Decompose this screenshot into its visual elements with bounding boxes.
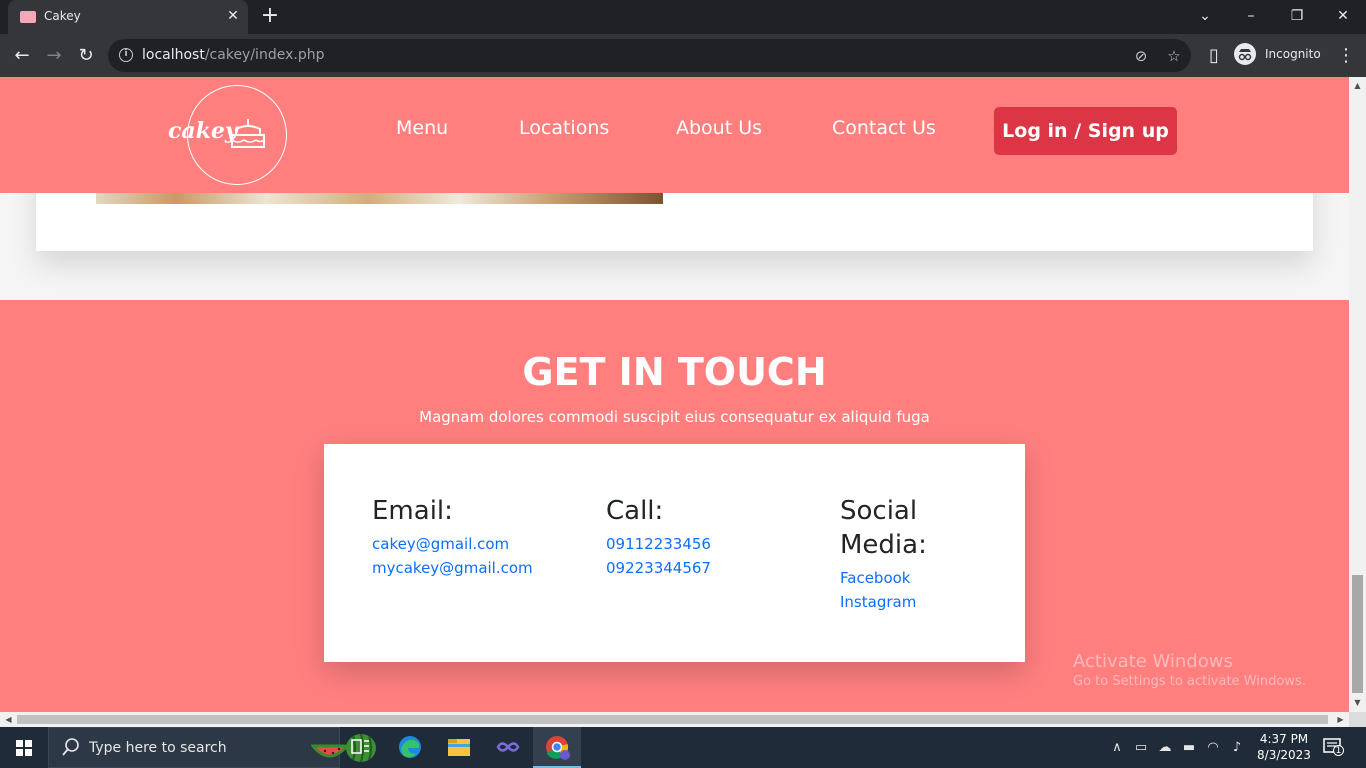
facebook-link[interactable]: Facebook: [840, 566, 927, 590]
browser-tab[interactable]: Cakey ✕: [8, 0, 248, 34]
watermark-subtitle: Go to Settings to activate Windows.: [1073, 674, 1306, 689]
watermark-title: Activate Windows: [1073, 651, 1233, 672]
horizontal-scroll-thumb[interactable]: [17, 715, 1328, 724]
bookmark-star-icon[interactable]: ☆: [1163, 45, 1185, 67]
contact-title: GET IN TOUCH: [522, 350, 827, 394]
taskbar-search-box[interactable]: Type here to search: [48, 727, 376, 768]
contact-subtitle: Magnam dolores commodi suscipit eius con…: [419, 408, 930, 426]
social-heading-line1: Social: [840, 496, 918, 526]
side-panel-icon[interactable]: ▯: [1201, 43, 1227, 69]
call-heading: Call:: [606, 496, 664, 526]
task-view-icon[interactable]: [336, 727, 384, 768]
onedrive-cloud-icon[interactable]: ☁: [1155, 739, 1175, 757]
windows-taskbar: Type here to search ∧ ▭ ☁ ▬ ◠ ♪ 4:37 PM …: [0, 727, 1366, 768]
nav-about-link[interactable]: About Us: [676, 117, 762, 139]
back-icon[interactable]: ←: [9, 43, 35, 69]
cake-logo-icon: [231, 119, 265, 148]
eye-off-icon[interactable]: ⊘: [1130, 45, 1152, 67]
email-heading: Email:: [372, 496, 453, 526]
wifi-icon[interactable]: ◠: [1203, 739, 1223, 757]
scroll-down-icon[interactable]: ▼: [1353, 698, 1362, 707]
scroll-up-icon[interactable]: ▲: [1353, 81, 1362, 90]
vertical-scrollbar[interactable]: ▲ ▼: [1349, 77, 1366, 712]
email-column: Email: cakey@gmail.com mycakey@gmail.com: [372, 494, 533, 580]
file-explorer-icon[interactable]: [435, 727, 483, 768]
social-heading-line2: Media:: [840, 530, 927, 560]
windows-start-button[interactable]: [0, 727, 48, 768]
incognito-label: Incognito: [1265, 47, 1321, 61]
site-info-icon[interactable]: i: [119, 48, 133, 62]
volume-icon[interactable]: ♪: [1227, 739, 1247, 757]
scroll-left-icon[interactable]: ◀: [3, 714, 14, 725]
reload-icon[interactable]: ↻: [73, 43, 99, 69]
tab-title: Cakey: [44, 9, 81, 23]
instagram-link[interactable]: Instagram: [840, 590, 927, 614]
browser-tab-bar: Cakey ✕ + ⌄ – ❐ ✕: [0, 0, 1366, 34]
battery-icon[interactable]: ▬: [1179, 739, 1199, 757]
search-icon: [62, 738, 79, 756]
show-hidden-icons-chevron-icon[interactable]: ∧: [1107, 739, 1127, 757]
phone-link[interactable]: 09112233456: [606, 532, 711, 556]
vertical-scroll-thumb[interactable]: [1352, 575, 1363, 693]
edge-browser-icon[interactable]: [386, 727, 434, 768]
infinity-app-icon[interactable]: [484, 727, 532, 768]
incognito-icon: [1234, 43, 1256, 65]
address-bar[interactable]: i localhost/cakey/index.php ⊘ ☆: [108, 39, 1191, 72]
clock-date: 8/3/2023: [1257, 748, 1311, 762]
phone-link[interactable]: 09223344567: [606, 556, 711, 580]
social-column: Social Media: Facebook Instagram: [840, 494, 927, 614]
horizontal-scrollbar[interactable]: ◀ ▶: [0, 712, 1349, 727]
page-viewport: cakey Menu Locations About Us Contact Us…: [0, 77, 1349, 712]
forward-icon[interactable]: →: [41, 43, 67, 69]
new-tab-icon[interactable]: +: [258, 5, 282, 29]
cake-favicon-icon: [20, 11, 36, 23]
search-placeholder: Type here to search: [89, 740, 227, 756]
windows-logo-icon: [16, 740, 32, 756]
nav-contact-link[interactable]: Contact Us: [832, 117, 936, 139]
call-column: Call: 09112233456 09223344567: [606, 494, 711, 580]
meet-now-icon[interactable]: ▭: [1131, 739, 1151, 757]
minimize-icon[interactable]: –: [1237, 4, 1265, 28]
restore-icon[interactable]: ❐: [1283, 4, 1311, 28]
close-window-icon[interactable]: ✕: [1329, 4, 1357, 28]
notification-center-icon[interactable]: 1: [1322, 737, 1344, 757]
url-text[interactable]: localhost/cakey/index.php: [142, 47, 324, 63]
nav-menu-link[interactable]: Menu: [396, 117, 448, 139]
scroll-corner: [1349, 712, 1366, 727]
notification-count-badge: 1: [1333, 745, 1344, 756]
system-clock[interactable]: 4:37 PM 8/3/2023: [1254, 731, 1314, 763]
clock-time: 4:37 PM: [1259, 732, 1309, 746]
nav-locations-link[interactable]: Locations: [519, 117, 609, 139]
login-signup-button[interactable]: Log in / Sign up: [994, 107, 1177, 155]
browser-toolbar: ← → ↻ i localhost/cakey/index.php ⊘ ☆ ▯ …: [0, 34, 1366, 77]
menu-kebab-icon[interactable]: ⋮: [1333, 43, 1359, 69]
scroll-right-icon[interactable]: ▶: [1335, 714, 1346, 725]
chrome-browser-icon[interactable]: [533, 727, 581, 768]
email-link[interactable]: mycakey@gmail.com: [372, 556, 533, 580]
email-link[interactable]: cakey@gmail.com: [372, 532, 533, 556]
activate-windows-watermark: Activate Windows Go to Settings to activ…: [1073, 651, 1306, 689]
contact-card: Email: cakey@gmail.com mycakey@gmail.com…: [324, 444, 1025, 662]
close-tab-icon[interactable]: ✕: [224, 7, 242, 25]
site-header: cakey Menu Locations About Us Contact Us…: [0, 77, 1349, 193]
tab-search-icon[interactable]: ⌄: [1191, 4, 1219, 28]
